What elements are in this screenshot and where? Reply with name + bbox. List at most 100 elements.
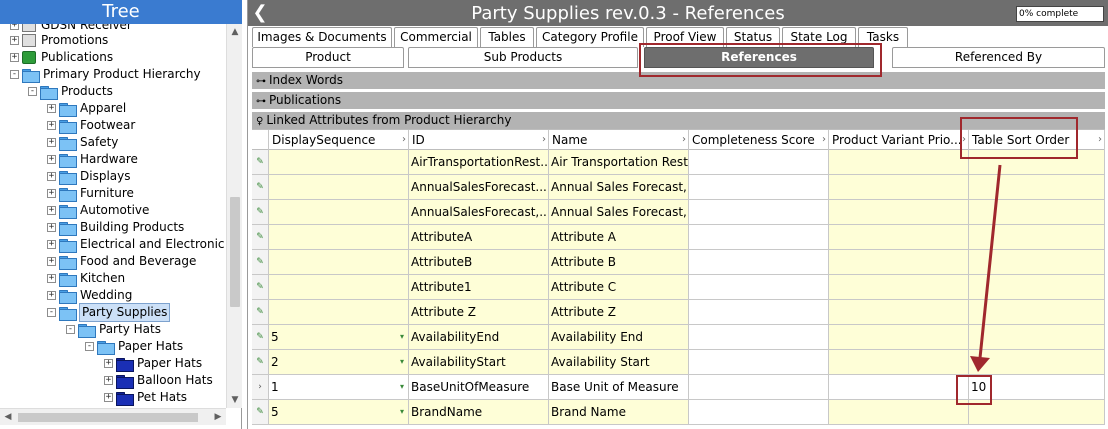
display-sequence-cell[interactable]: 2 ▾	[269, 350, 409, 374]
id-cell[interactable]: AvailabilityStart	[409, 350, 549, 374]
tab-commercial[interactable]: Commercial	[394, 27, 478, 47]
tree-node[interactable]: - Primary Product Hierarchy	[10, 66, 202, 83]
name-cell[interactable]: Base Unit of Measure	[549, 375, 689, 399]
table-row[interactable]: ✎ AirTransportationRest... Air Transportat…	[252, 150, 1105, 175]
name-cell[interactable]: Annual Sales Forecast, M	[549, 175, 689, 199]
tree-node[interactable]: + Food and Beverage	[47, 253, 197, 270]
tree-node[interactable]: + Furniture	[47, 185, 135, 202]
collapse-icon[interactable]: -	[28, 87, 37, 96]
expand-icon[interactable]: +	[47, 257, 56, 266]
expand-icon[interactable]: +	[10, 36, 19, 45]
dropdown-icon[interactable]: ▾	[400, 325, 404, 349]
product-variant-priority-cell[interactable]	[829, 175, 969, 199]
expand-icon[interactable]: +	[47, 291, 56, 300]
product-variant-priority-cell[interactable]	[829, 300, 969, 324]
product-variant-priority-cell[interactable]	[829, 400, 969, 424]
name-cell[interactable]: Annual Sales Forecast, N	[549, 200, 689, 224]
tree-node[interactable]: + Wedding	[47, 287, 133, 304]
table-sort-order-cell[interactable]	[969, 400, 1105, 424]
display-sequence-cell[interactable]	[269, 300, 409, 324]
name-cell[interactable]: Attribute Z	[549, 300, 689, 324]
expand-icon[interactable]: +	[47, 104, 56, 113]
completeness-score-cell[interactable]	[689, 375, 829, 399]
expand-icon[interactable]: +	[47, 274, 56, 283]
dropdown-icon[interactable]: ▾	[400, 350, 404, 374]
tree-node[interactable]: + Safety	[47, 134, 119, 151]
collapse-toggle-icon[interactable]: ⊶	[256, 96, 266, 107]
display-sequence-cell[interactable]	[269, 175, 409, 199]
name-cell[interactable]: Availability Start	[549, 350, 689, 374]
tab-sub-products[interactable]: Sub Products	[408, 47, 638, 68]
tree-node[interactable]: + Electrical and Electronic	[47, 236, 226, 253]
collapse-icon[interactable]: -	[10, 70, 19, 79]
completeness-score-cell[interactable]	[689, 200, 829, 224]
expand-icon[interactable]: +	[10, 53, 19, 62]
id-cell[interactable]: BrandName	[409, 400, 549, 424]
scroll-down-icon[interactable]: ▼	[227, 392, 243, 408]
dropdown-icon[interactable]: ▾	[400, 375, 404, 399]
display-sequence-cell[interactable]	[269, 225, 409, 249]
display-sequence-cell[interactable]: 5 ▾	[269, 325, 409, 349]
name-cell[interactable]: Attribute A	[549, 225, 689, 249]
column-header-product-variant-priority[interactable]: Product Variant Prio... ›	[829, 130, 969, 150]
column-header-display-sequence[interactable]: DisplaySequence ›	[269, 130, 409, 150]
section-linked-attributes[interactable]: ♀ Linked Attributes from Product Hierarch…	[252, 112, 1105, 129]
name-cell[interactable]: Brand Name	[549, 400, 689, 424]
tree-node[interactable]: + Promotions	[10, 32, 109, 49]
tab-state-log[interactable]: State Log	[782, 27, 856, 47]
expand-icon[interactable]: +	[104, 376, 113, 385]
tab-proof-view[interactable]: Proof View	[646, 27, 724, 47]
section-publications[interactable]: ⊶ Publications	[252, 92, 1105, 109]
table-sort-order-cell[interactable]	[969, 175, 1105, 199]
expand-icon[interactable]: +	[47, 240, 56, 249]
expand-icon[interactable]: +	[47, 172, 56, 181]
expand-icon[interactable]: +	[104, 359, 113, 368]
tree-horizontal-scrollbar[interactable]: ◀ ▶	[0, 408, 226, 425]
tree-node[interactable]: + Pet Hats	[104, 389, 188, 406]
name-cell[interactable]: Attribute B	[549, 250, 689, 274]
table-row[interactable]: ✎ Attribute1 Attribute C	[252, 275, 1105, 300]
scroll-right-icon[interactable]: ▶	[210, 409, 226, 426]
tree-node[interactable]: - Paper Hats	[85, 338, 184, 355]
tab-product[interactable]: Product	[252, 47, 404, 68]
id-cell[interactable]: AttributeB	[409, 250, 549, 274]
table-row[interactable]: ✎ AnnualSalesForecast,... Annual Sales For…	[252, 200, 1105, 225]
tab-references[interactable]: References	[644, 47, 874, 68]
display-sequence-cell[interactable]	[269, 200, 409, 224]
display-sequence-cell[interactable]	[269, 150, 409, 174]
display-sequence-cell[interactable]: 5 ▾	[269, 400, 409, 424]
tree-node[interactable]: + Hardware	[47, 151, 139, 168]
scroll-thumb-horizontal[interactable]	[18, 413, 198, 422]
tab-images-documents[interactable]: Images & Documents	[252, 27, 392, 47]
tree-node[interactable]: + Publications	[10, 49, 114, 66]
table-sort-order-cell[interactable]	[969, 250, 1105, 274]
completeness-score-cell[interactable]	[689, 225, 829, 249]
completeness-score-cell[interactable]	[689, 325, 829, 349]
completeness-score-cell[interactable]	[689, 275, 829, 299]
tab-category-profile[interactable]: Category Profile	[536, 27, 644, 47]
tree-node[interactable]: + Displays	[47, 168, 131, 185]
table-row[interactable]: ✎ AnnualSalesForecast... Annual Sales Fore…	[252, 175, 1105, 200]
table-row[interactable]: ✎ AttributeB Attribute B	[252, 250, 1105, 275]
name-cell[interactable]: Attribute C	[549, 275, 689, 299]
table-sort-order-cell[interactable]	[969, 225, 1105, 249]
completeness-score-cell[interactable]	[689, 150, 829, 174]
product-variant-priority-cell[interactable]	[829, 225, 969, 249]
tab-tables[interactable]: Tables	[480, 27, 534, 47]
display-sequence-cell[interactable]	[269, 250, 409, 274]
expanded-toggle-icon[interactable]: ♀	[256, 116, 263, 127]
tab-tasks[interactable]: Tasks	[858, 27, 908, 47]
completeness-score-cell[interactable]	[689, 350, 829, 374]
expand-icon[interactable]: +	[47, 138, 56, 147]
tree-vertical-scrollbar[interactable]: ▲ ▼	[226, 24, 242, 408]
name-cell[interactable]: Air Transportation Restri	[549, 150, 689, 174]
expand-icon[interactable]: +	[47, 223, 56, 232]
collapse-icon[interactable]: -	[85, 342, 94, 351]
table-sort-order-cell[interactable]	[969, 275, 1105, 299]
expand-icon[interactable]: +	[104, 393, 113, 402]
scroll-left-icon[interactable]: ◀	[0, 409, 16, 426]
tree-node[interactable]: + Footwear	[47, 117, 136, 134]
table-sort-order-cell[interactable]	[969, 325, 1105, 349]
scroll-up-icon[interactable]: ▲	[227, 24, 243, 40]
column-header-completeness-score[interactable]: Completeness Score ›	[689, 130, 829, 150]
